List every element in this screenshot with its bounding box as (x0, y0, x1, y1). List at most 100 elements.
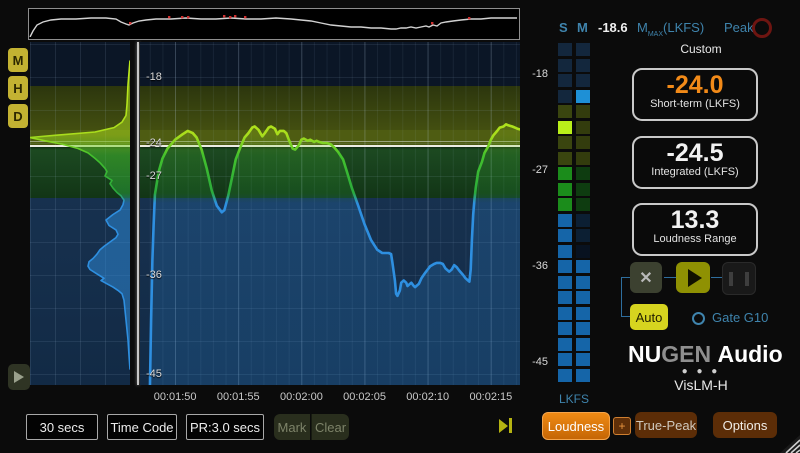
auto-button[interactable]: Auto (630, 304, 668, 330)
meter-segment (576, 121, 590, 134)
meter-segment (576, 214, 590, 227)
meter-segment (558, 105, 572, 118)
meter-segment (576, 291, 590, 304)
meter-segment (576, 338, 590, 351)
momentary-mode-button[interactable]: M (8, 48, 28, 72)
meter-segment (576, 353, 590, 366)
integrated-readout[interactable]: -24.5 Integrated (LKFS) (632, 136, 758, 189)
time-label: 00:01:55 (217, 391, 260, 403)
play-icon (14, 371, 24, 383)
meter-segment (576, 105, 590, 118)
short-term-label: Short-term (LKFS) (634, 98, 756, 111)
time-label: 00:02:10 (406, 391, 449, 403)
practical-range-button[interactable]: PR:3.0 secs (186, 414, 264, 440)
gate-label[interactable]: Gate G10 (712, 310, 768, 325)
loudness-range-label: Loudness Range (634, 233, 756, 246)
momentary-max-label[interactable]: MMAX(LKFS) (637, 20, 704, 38)
skip-to-end-button[interactable] (499, 418, 512, 433)
pause-icon (729, 272, 749, 286)
add-view-button[interactable]: + (613, 417, 631, 435)
time-label: 00:02:15 (469, 391, 512, 403)
meter-segment (576, 136, 590, 149)
meter-tick-label: -36 (524, 260, 548, 272)
meter-segment (558, 369, 572, 382)
y-axis-label: -45 (146, 368, 162, 380)
meter-unit-label: LKFS (552, 392, 596, 406)
time-label: 00:02:05 (343, 391, 386, 403)
peak-indicator-lamp[interactable] (752, 18, 772, 38)
meter-segment (558, 43, 572, 56)
loudness-history-graph[interactable]: -18-24-27-36-45 (140, 42, 520, 385)
connector-line (621, 316, 630, 317)
meter-segment (558, 229, 572, 242)
integrated-value: -24.5 (634, 140, 756, 166)
peak-label: Peak (724, 20, 754, 35)
meter-segment (558, 74, 572, 87)
play-icon (688, 269, 702, 287)
meter-segment (576, 183, 590, 196)
play-button[interactable] (676, 262, 710, 293)
y-axis-label: -24 (146, 137, 162, 149)
meter-segment (576, 322, 590, 335)
meter-segment (558, 276, 572, 289)
mmax-sub: MAX (648, 31, 663, 38)
mark-button[interactable]: Mark (274, 414, 310, 440)
skip-triangle-icon (499, 419, 508, 433)
pause-button[interactable] (722, 262, 756, 295)
meter-segment (576, 167, 590, 180)
clear-button[interactable]: Clear (311, 414, 349, 440)
meter-tick-label: -45 (524, 356, 548, 368)
meter-segment (576, 276, 590, 289)
meter-segment (558, 214, 572, 227)
y-axis-label: -27 (146, 170, 162, 182)
stop-reset-button[interactable]: ✕ (630, 262, 662, 293)
history-length-button[interactable]: 30 secs (26, 414, 98, 440)
meter-segment (558, 183, 572, 196)
time-mode-button[interactable]: Time Code (107, 414, 177, 440)
connector-line (711, 277, 722, 278)
loudness-range-readout[interactable]: 13.3 Loudness Range (632, 203, 758, 256)
meter-segment (558, 121, 572, 134)
vislm-plugin-window: M H D -18-24-27-36-45 00:01:5000:01:5500… (0, 0, 800, 453)
meter-segment (558, 307, 572, 320)
meter-segment (576, 74, 590, 87)
integrated-label: Integrated (LKFS) (634, 166, 756, 179)
x-icon: ✕ (639, 268, 652, 288)
history-overview-strip[interactable] (28, 8, 520, 40)
time-axis: 00:01:5000:01:5500:02:0000:02:0500:02:10… (140, 391, 520, 407)
distribution-mode-button[interactable]: D (8, 104, 28, 128)
loudness-curve (140, 42, 520, 385)
preset-name[interactable]: Custom (628, 42, 774, 56)
overview-waveform (29, 9, 517, 37)
options-button[interactable]: Options (713, 412, 777, 438)
logo-gen: GEN (661, 341, 711, 367)
meter-segment (558, 338, 572, 351)
short-term-value: -24.0 (634, 72, 756, 98)
mmax-main: M (637, 20, 648, 35)
loudness-distribution-panel[interactable] (30, 42, 130, 385)
true-peak-tab-button[interactable]: True-Peak (635, 412, 697, 438)
loudness-tab-button[interactable]: Loudness (542, 412, 610, 440)
resize-grip[interactable] (780, 435, 800, 453)
gate-radio[interactable] (692, 312, 705, 325)
meter-segment (558, 167, 572, 180)
logo-nu: NU (628, 341, 661, 367)
time-label: 00:02:00 (280, 391, 323, 403)
short-term-readout[interactable]: -24.0 Short-term (LKFS) (632, 68, 758, 121)
mmax-unit: (LKFS) (663, 20, 704, 35)
playhead-cursor[interactable] (137, 42, 139, 385)
connector-line (621, 277, 630, 278)
momentary-column-header: M (577, 20, 588, 35)
meter-segment (558, 152, 572, 165)
meter-segment (576, 260, 590, 273)
history-mode-button[interactable]: H (8, 76, 28, 100)
nugen-audio-logo: NUGEN Audio (628, 341, 774, 368)
meter-segment (576, 152, 590, 165)
product-name: VisLM-H (628, 377, 774, 393)
replay-button[interactable] (8, 364, 30, 390)
skip-bar-icon (509, 418, 512, 433)
meter-segment (558, 245, 572, 258)
meter-segment (558, 136, 572, 149)
meter-tick-label: -18 (524, 68, 548, 80)
short-term-column-header: S (559, 20, 568, 35)
